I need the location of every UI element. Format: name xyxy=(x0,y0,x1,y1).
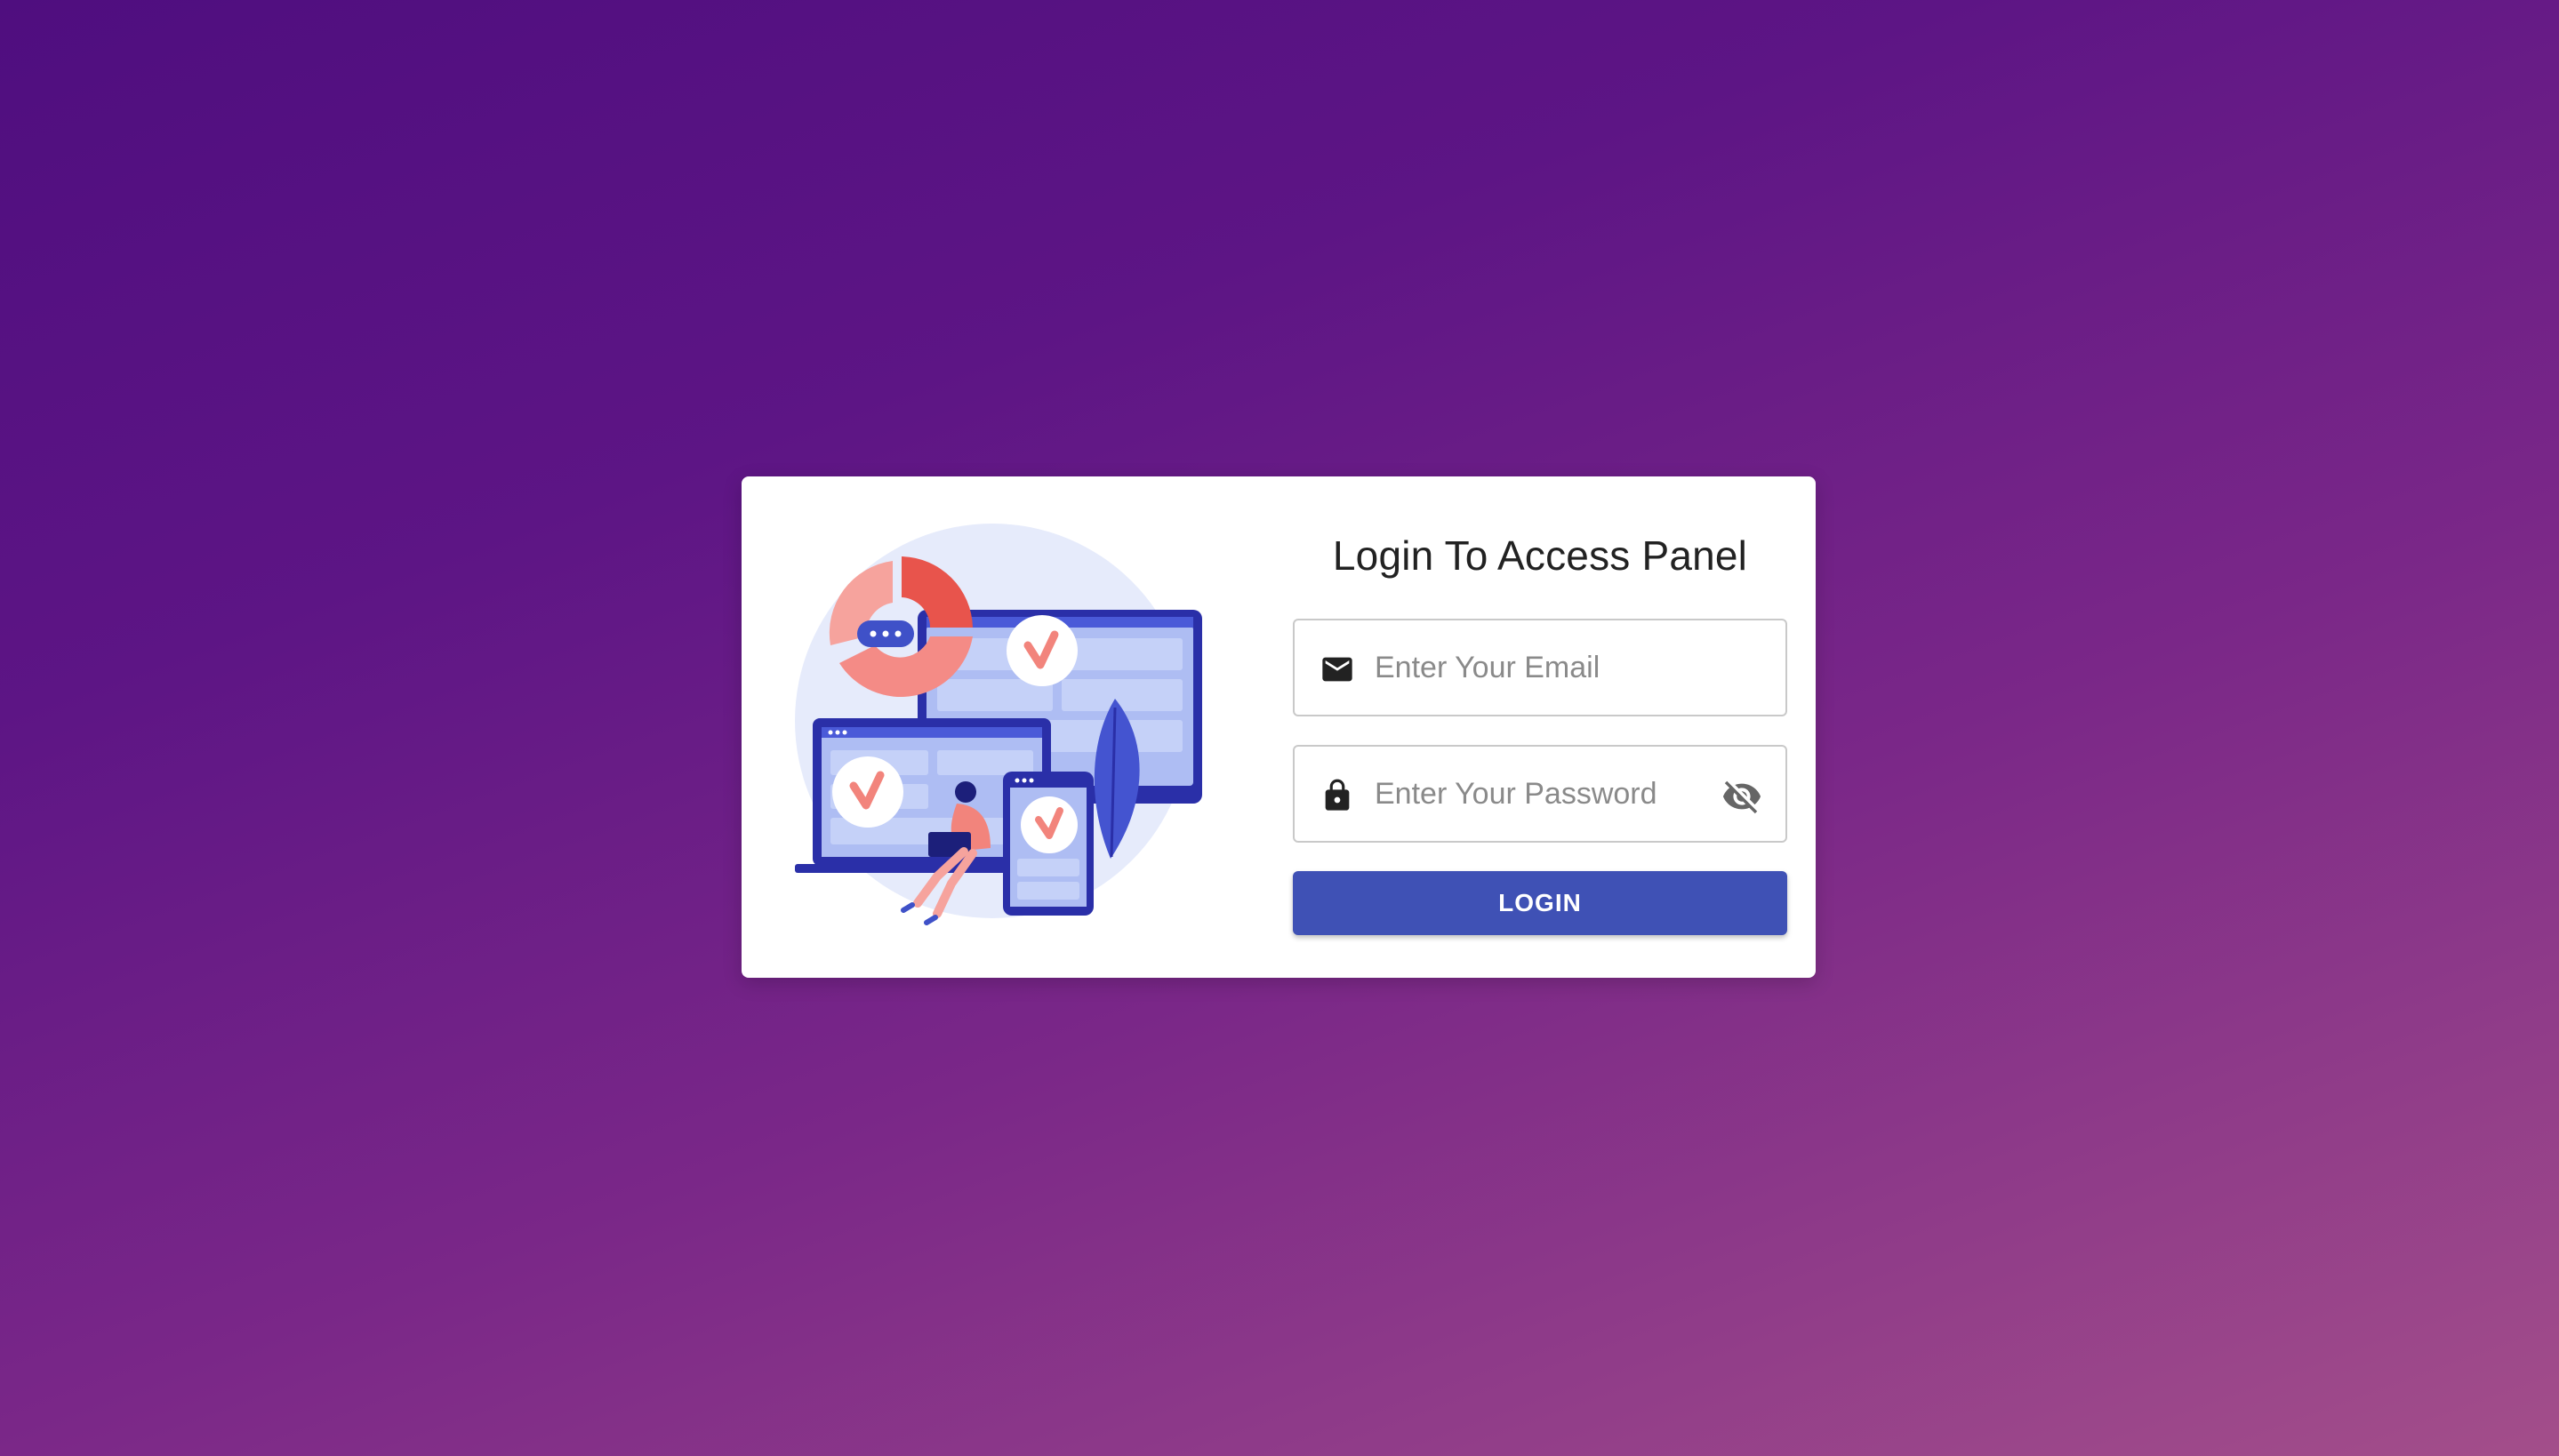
password-input[interactable] xyxy=(1375,747,1704,841)
devices-checkmark-illustration xyxy=(795,521,1204,930)
email-field[interactable] xyxy=(1293,619,1787,716)
mail-icon xyxy=(1320,652,1355,687)
email-input[interactable] xyxy=(1375,620,1704,715)
login-form: Login To Access Panel LOGIN xyxy=(1293,476,1787,978)
page-title: Login To Access Panel xyxy=(1332,532,1748,579)
login-button[interactable]: LOGIN xyxy=(1293,871,1787,935)
eye-off-icon[interactable] xyxy=(1721,776,1762,817)
illustration-graphic xyxy=(795,524,1202,925)
lock-icon xyxy=(1320,778,1355,813)
login-card: Login To Access Panel LOGIN xyxy=(742,476,1816,978)
password-field[interactable] xyxy=(1293,745,1787,843)
